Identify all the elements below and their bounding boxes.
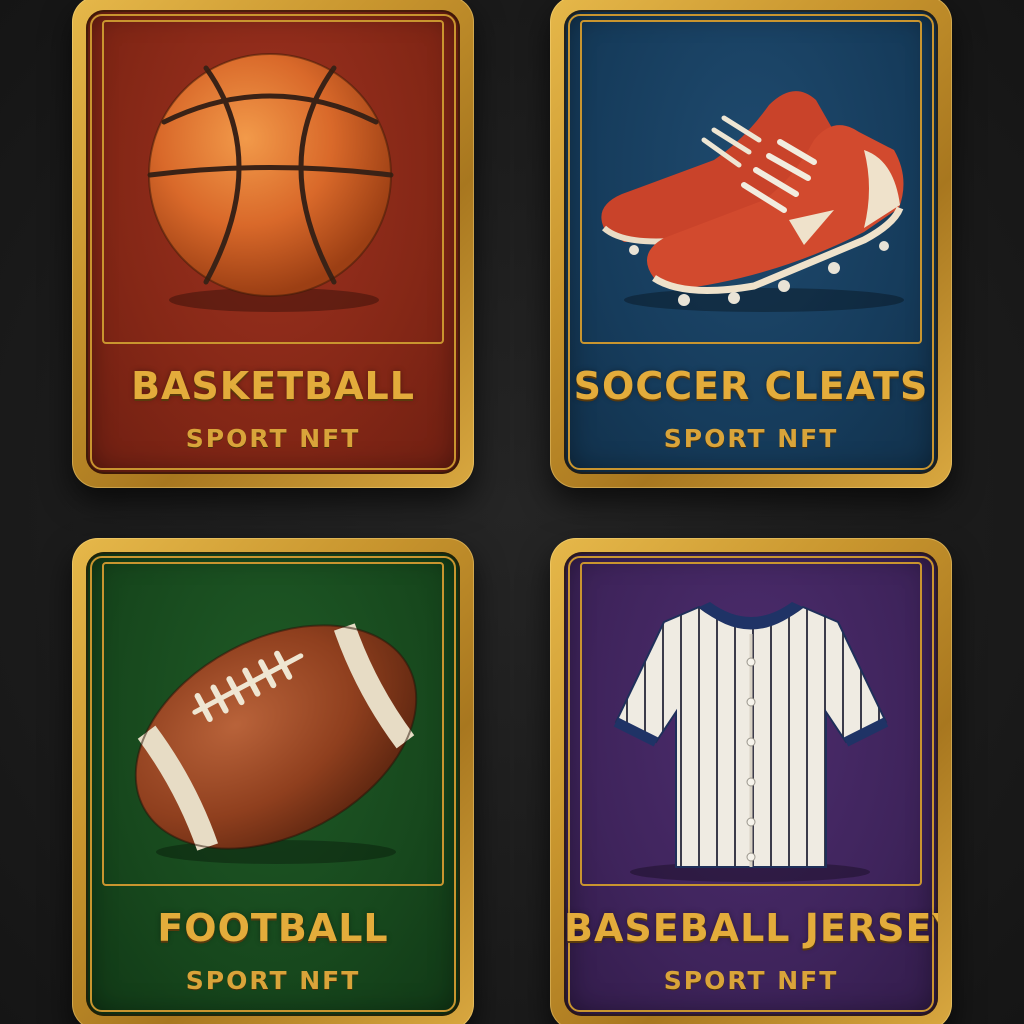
soccer-cleats-icon [601,91,904,312]
card-title: SOCCER CLEATS [573,364,929,408]
card-soccer-cleats[interactable]: SOCCER CLEATS SPORT NFT [550,0,952,488]
card-football[interactable]: FOOTBALL SPORT NFT [72,538,474,1024]
card-basketball[interactable]: BASKETBALL SPORT NFT [72,0,474,488]
card-title: BASKETBALL [131,364,415,408]
card-title: FOOTBALL [157,906,389,950]
card-title: BASEBALL JERSEY [564,906,938,950]
card-subtitle: SPORT NFT [185,424,361,453]
card-subtitle: SPORT NFT [663,424,839,453]
card-baseball-jersey[interactable]: BASEBALL JERSEY SPORT NFT [550,538,952,1024]
football-icon [134,623,418,864]
nft-card-grid: BASKETBALL SPORT NFT SOCCER CLEATS SPORT… [0,0,1024,1024]
card-basketball-panel: BASKETBALL SPORT NFT [86,10,460,474]
card-football-panel: FOOTBALL SPORT NFT [86,552,460,1016]
card-subtitle: SPORT NFT [663,966,839,995]
card-soccer-cleats-panel: SOCCER CLEATS SPORT NFT [564,10,938,474]
baseball-jersey-icon [613,602,889,882]
basketball-icon [147,53,394,312]
card-baseball-jersey-panel: BASEBALL JERSEY SPORT NFT [564,552,938,1016]
card-subtitle: SPORT NFT [185,966,361,995]
